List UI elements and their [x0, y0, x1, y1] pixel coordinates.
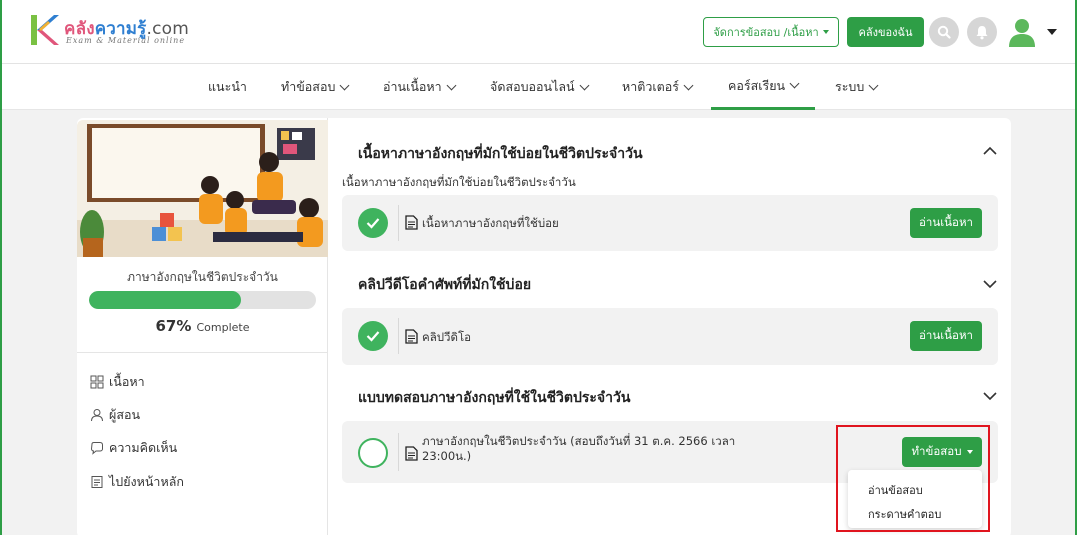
logo-tagline: Exam & Material online	[66, 36, 186, 45]
course-progress-label: 67% Complete	[155, 317, 250, 335]
top-bar: คลังความรู้.com Exam & Material online จ…	[2, 0, 1075, 64]
chevron-down-icon	[683, 80, 694, 90]
read-content-button[interactable]: อ่านเนื้อหา	[910, 208, 982, 238]
chevron-down-icon	[579, 80, 590, 90]
exam-title[interactable]: ภาษาอังกฤษในชีวิตประจำวัน (สอบถึงวันที่ …	[422, 434, 735, 464]
nav-item-find-tutor[interactable]: หาติวเตอร์	[622, 64, 694, 110]
sidebar-divider	[77, 352, 328, 353]
bell-icon	[976, 25, 988, 39]
completed-check-icon	[358, 321, 388, 351]
section-subtitle: เนื้อหาภาษาอังกฤษที่มักใช้บ่อยในชีวิตประ…	[342, 175, 576, 189]
user-avatar-icon[interactable]	[1005, 15, 1039, 49]
sidebar-item-instructor[interactable]: ผู้สอน	[90, 405, 140, 425]
chevron-up-icon[interactable]	[982, 143, 998, 159]
sidebar-item-comments[interactable]: ความคิดเห็น	[90, 438, 177, 458]
lesson-row: เนื้อหาภาษาอังกฤษที่ใช้บ่อย อ่านเนื้อหา	[342, 195, 998, 251]
section-title[interactable]: เนื้อหาภาษาอังกฤษที่มักใช้บ่อยในชีวิตประ…	[358, 143, 643, 165]
chevron-down-icon	[789, 78, 800, 89]
course-progress-bar	[89, 291, 316, 309]
my-library-button[interactable]: คลังของฉัน	[847, 17, 924, 47]
sidebar-item-home[interactable]: ไปยังหน้าหลัก	[90, 472, 184, 492]
nav-item-read-content[interactable]: อ่านเนื้อหา	[383, 64, 457, 110]
highlight-annotation-box	[836, 425, 990, 532]
main-nav: แนะนำ ทำข้อสอบ อ่านเนื้อหา จัดสอบออนไลน์…	[2, 64, 1075, 110]
read-content-button[interactable]: อ่านเนื้อหา	[910, 321, 982, 351]
course-cover-image	[77, 120, 328, 257]
site-logo[interactable]: คลังความรู้.com Exam & Material online	[28, 11, 208, 51]
manage-exam-content-button[interactable]: จัดการข้อสอบ /เนื้อหา	[703, 17, 839, 47]
chevron-down-icon	[868, 80, 879, 90]
section-title[interactable]: แบบทดสอบภาษาอังกฤษที่ใช้ในชีวิตประจำวัน	[358, 387, 630, 409]
sidebar-item-content[interactable]: เนื้อหา	[90, 372, 145, 392]
row-divider	[398, 318, 399, 354]
chevron-down-icon	[446, 80, 457, 90]
notification-button[interactable]	[967, 17, 997, 47]
search-button[interactable]	[929, 17, 959, 47]
document-icon	[405, 329, 418, 344]
document-icon	[91, 476, 103, 488]
row-divider	[398, 205, 399, 241]
search-icon	[937, 25, 951, 39]
user-menu-caret-icon[interactable]	[1047, 29, 1057, 35]
nav-item-intro[interactable]: แนะนำ	[208, 64, 247, 110]
chevron-down-icon[interactable]	[982, 276, 998, 292]
chevron-down-icon[interactable]	[982, 388, 998, 404]
nav-item-take-exam[interactable]: ทำข้อสอบ	[281, 64, 350, 110]
comment-icon	[90, 442, 103, 455]
completed-check-icon	[358, 208, 388, 238]
caret-down-icon	[822, 30, 829, 34]
course-progress-fill	[89, 291, 242, 309]
chevron-down-icon	[339, 80, 350, 90]
section-title[interactable]: คลิปวีดีโอคำศัพท์ที่มักใช้บ่อย	[358, 274, 531, 296]
document-icon	[405, 215, 418, 230]
lesson-title[interactable]: เนื้อหาภาษาอังกฤษที่ใช้บ่อย	[422, 216, 559, 231]
lesson-row: คลิปวีดิโอ อ่านเนื้อหา	[342, 308, 998, 365]
incomplete-circle-icon	[358, 438, 388, 468]
person-icon	[91, 409, 103, 422]
logo-k-icon	[31, 15, 59, 45]
nav-item-online-exam[interactable]: จัดสอบออนไลน์	[490, 64, 590, 110]
grid-icon	[90, 375, 104, 389]
course-title: ภาษาอังกฤษในชีวิตประจำวัน	[127, 270, 278, 284]
lesson-title[interactable]: คลิปวีดิโอ	[422, 330, 471, 345]
document-icon	[405, 446, 418, 461]
row-divider	[398, 433, 399, 471]
nav-item-system[interactable]: ระบบ	[835, 64, 879, 110]
nav-item-courses[interactable]: คอร์สเรียน	[711, 64, 815, 110]
